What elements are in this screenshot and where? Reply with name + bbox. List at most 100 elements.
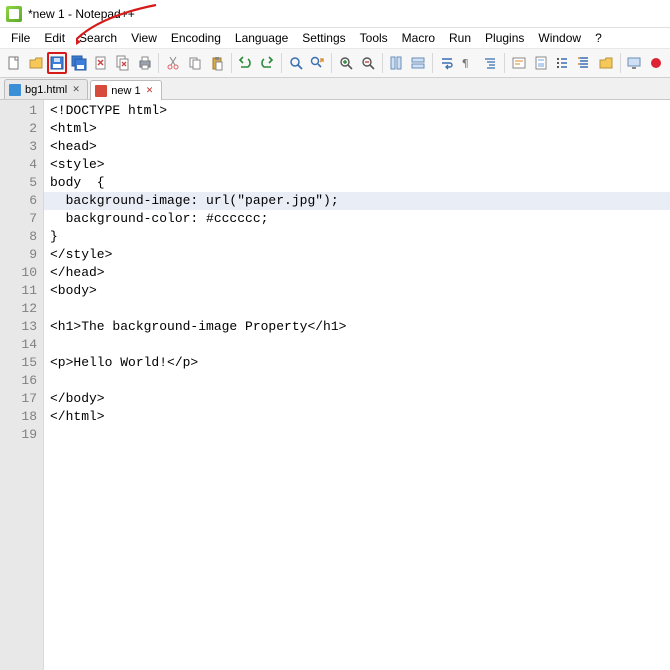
tab-bg1-html[interactable]: bg1.html✕ <box>4 79 88 99</box>
line-number: 6 <box>0 192 37 210</box>
menu-file[interactable]: File <box>4 29 37 47</box>
code-line[interactable]: </style> <box>50 246 670 264</box>
line-number: 8 <box>0 228 37 246</box>
code-line[interactable]: </head> <box>50 264 670 282</box>
record-button[interactable] <box>646 52 666 74</box>
lang-pref-button[interactable] <box>509 52 529 74</box>
redo-button[interactable] <box>257 52 277 74</box>
code-line[interactable]: <html> <box>50 120 670 138</box>
print-button[interactable] <box>135 52 155 74</box>
line-number-gutter: 12345678910111213141516171819 <box>0 100 44 670</box>
undo-button[interactable] <box>235 52 255 74</box>
cut-icon <box>165 55 181 71</box>
toolbar-separator <box>620 53 621 73</box>
line-number: 19 <box>0 426 37 444</box>
code-line[interactable]: </body> <box>50 390 670 408</box>
monitor-button[interactable] <box>624 52 644 74</box>
code-line[interactable] <box>50 300 670 318</box>
menu-plugins[interactable]: Plugins <box>478 29 531 47</box>
doc-list-button[interactable] <box>552 52 572 74</box>
menu-window[interactable]: Window <box>531 29 588 47</box>
code-line[interactable] <box>50 426 670 444</box>
wordwrap-button[interactable] <box>437 52 457 74</box>
paste-button[interactable] <box>207 52 227 74</box>
code-line[interactable]: <head> <box>50 138 670 156</box>
menu-tools[interactable]: Tools <box>353 29 395 47</box>
code-line[interactable] <box>50 336 670 354</box>
line-number: 12 <box>0 300 37 318</box>
new-file-button[interactable] <box>4 52 24 74</box>
sync-h-icon <box>410 55 426 71</box>
code-line[interactable]: <p>Hello World!</p> <box>50 354 670 372</box>
code-line[interactable] <box>50 372 670 390</box>
code-line[interactable]: background-image: url("paper.jpg"); <box>44 192 670 210</box>
window-title: *new 1 - Notepad++ <box>28 7 135 21</box>
code-line[interactable]: } <box>50 228 670 246</box>
save-button[interactable] <box>47 52 67 74</box>
editor: 12345678910111213141516171819 <!DOCTYPE … <box>0 100 670 670</box>
line-number: 13 <box>0 318 37 336</box>
toolbar: ¶ <box>0 48 670 78</box>
replace-button[interactable] <box>307 52 327 74</box>
find-button[interactable] <box>286 52 306 74</box>
paste-icon <box>209 55 225 71</box>
line-number: 11 <box>0 282 37 300</box>
show-all-button[interactable]: ¶ <box>459 52 479 74</box>
doc-list-icon <box>554 55 570 71</box>
indent-guide-icon <box>482 55 498 71</box>
cut-button[interactable] <box>163 52 183 74</box>
menu-view[interactable]: View <box>124 29 164 47</box>
line-number: 3 <box>0 138 37 156</box>
code-line[interactable]: <body> <box>50 282 670 300</box>
toolbar-separator <box>504 53 505 73</box>
line-number: 16 <box>0 372 37 390</box>
close-all-button[interactable] <box>113 52 133 74</box>
close-icon <box>93 55 109 71</box>
menu-encoding[interactable]: Encoding <box>164 29 228 47</box>
undo-icon <box>237 55 253 71</box>
open-file-button[interactable] <box>26 52 46 74</box>
menu-macro[interactable]: Macro <box>395 29 442 47</box>
replace-icon <box>309 55 325 71</box>
sync-v-button[interactable] <box>386 52 406 74</box>
code-area[interactable]: <!DOCTYPE html><html><head><style>body {… <box>44 100 670 670</box>
menu-settings[interactable]: Settings <box>295 29 352 47</box>
save-all-icon <box>71 55 87 71</box>
save-all-button[interactable] <box>69 52 89 74</box>
menu-run[interactable]: Run <box>442 29 478 47</box>
code-line[interactable]: body { <box>50 174 670 192</box>
folder-button[interactable] <box>596 52 616 74</box>
menu-edit[interactable]: Edit <box>37 29 72 47</box>
code-line[interactable]: <style> <box>50 156 670 174</box>
lang-pref-icon <box>511 55 527 71</box>
close-button[interactable] <box>91 52 111 74</box>
code-line[interactable]: <h1>The background-image Property</h1> <box>50 318 670 336</box>
doc-map-icon <box>533 55 549 71</box>
zoom-in-button[interactable] <box>336 52 356 74</box>
copy-button[interactable] <box>185 52 205 74</box>
tab-close-button[interactable]: ✕ <box>145 86 155 96</box>
func-list-button[interactable] <box>574 52 594 74</box>
sync-h-button[interactable] <box>408 52 428 74</box>
menu-language[interactable]: Language <box>228 29 295 47</box>
tab-new-1[interactable]: new 1 ✕ <box>90 80 161 100</box>
copy-icon <box>187 55 203 71</box>
svg-text:¶: ¶ <box>462 57 469 70</box>
menu-search[interactable]: Search <box>72 29 124 47</box>
doc-map-button[interactable] <box>531 52 551 74</box>
line-number: 5 <box>0 174 37 192</box>
tab-label: new 1 <box>111 85 140 97</box>
print-icon <box>137 55 153 71</box>
indent-guide-button[interactable] <box>480 52 500 74</box>
save-icon <box>49 55 65 71</box>
menu-q[interactable]: ? <box>588 29 609 47</box>
zoom-out-button[interactable] <box>358 52 378 74</box>
code-line[interactable]: </html> <box>50 408 670 426</box>
line-number: 14 <box>0 336 37 354</box>
code-line[interactable]: background-color: #cccccc; <box>50 210 670 228</box>
new-file-icon <box>6 55 22 71</box>
code-line[interactable]: <!DOCTYPE html> <box>50 102 670 120</box>
line-number: 10 <box>0 264 37 282</box>
tab-bar: bg1.html✕ new 1 ✕ <box>0 78 670 100</box>
tab-close-button[interactable]: ✕ <box>71 85 81 95</box>
